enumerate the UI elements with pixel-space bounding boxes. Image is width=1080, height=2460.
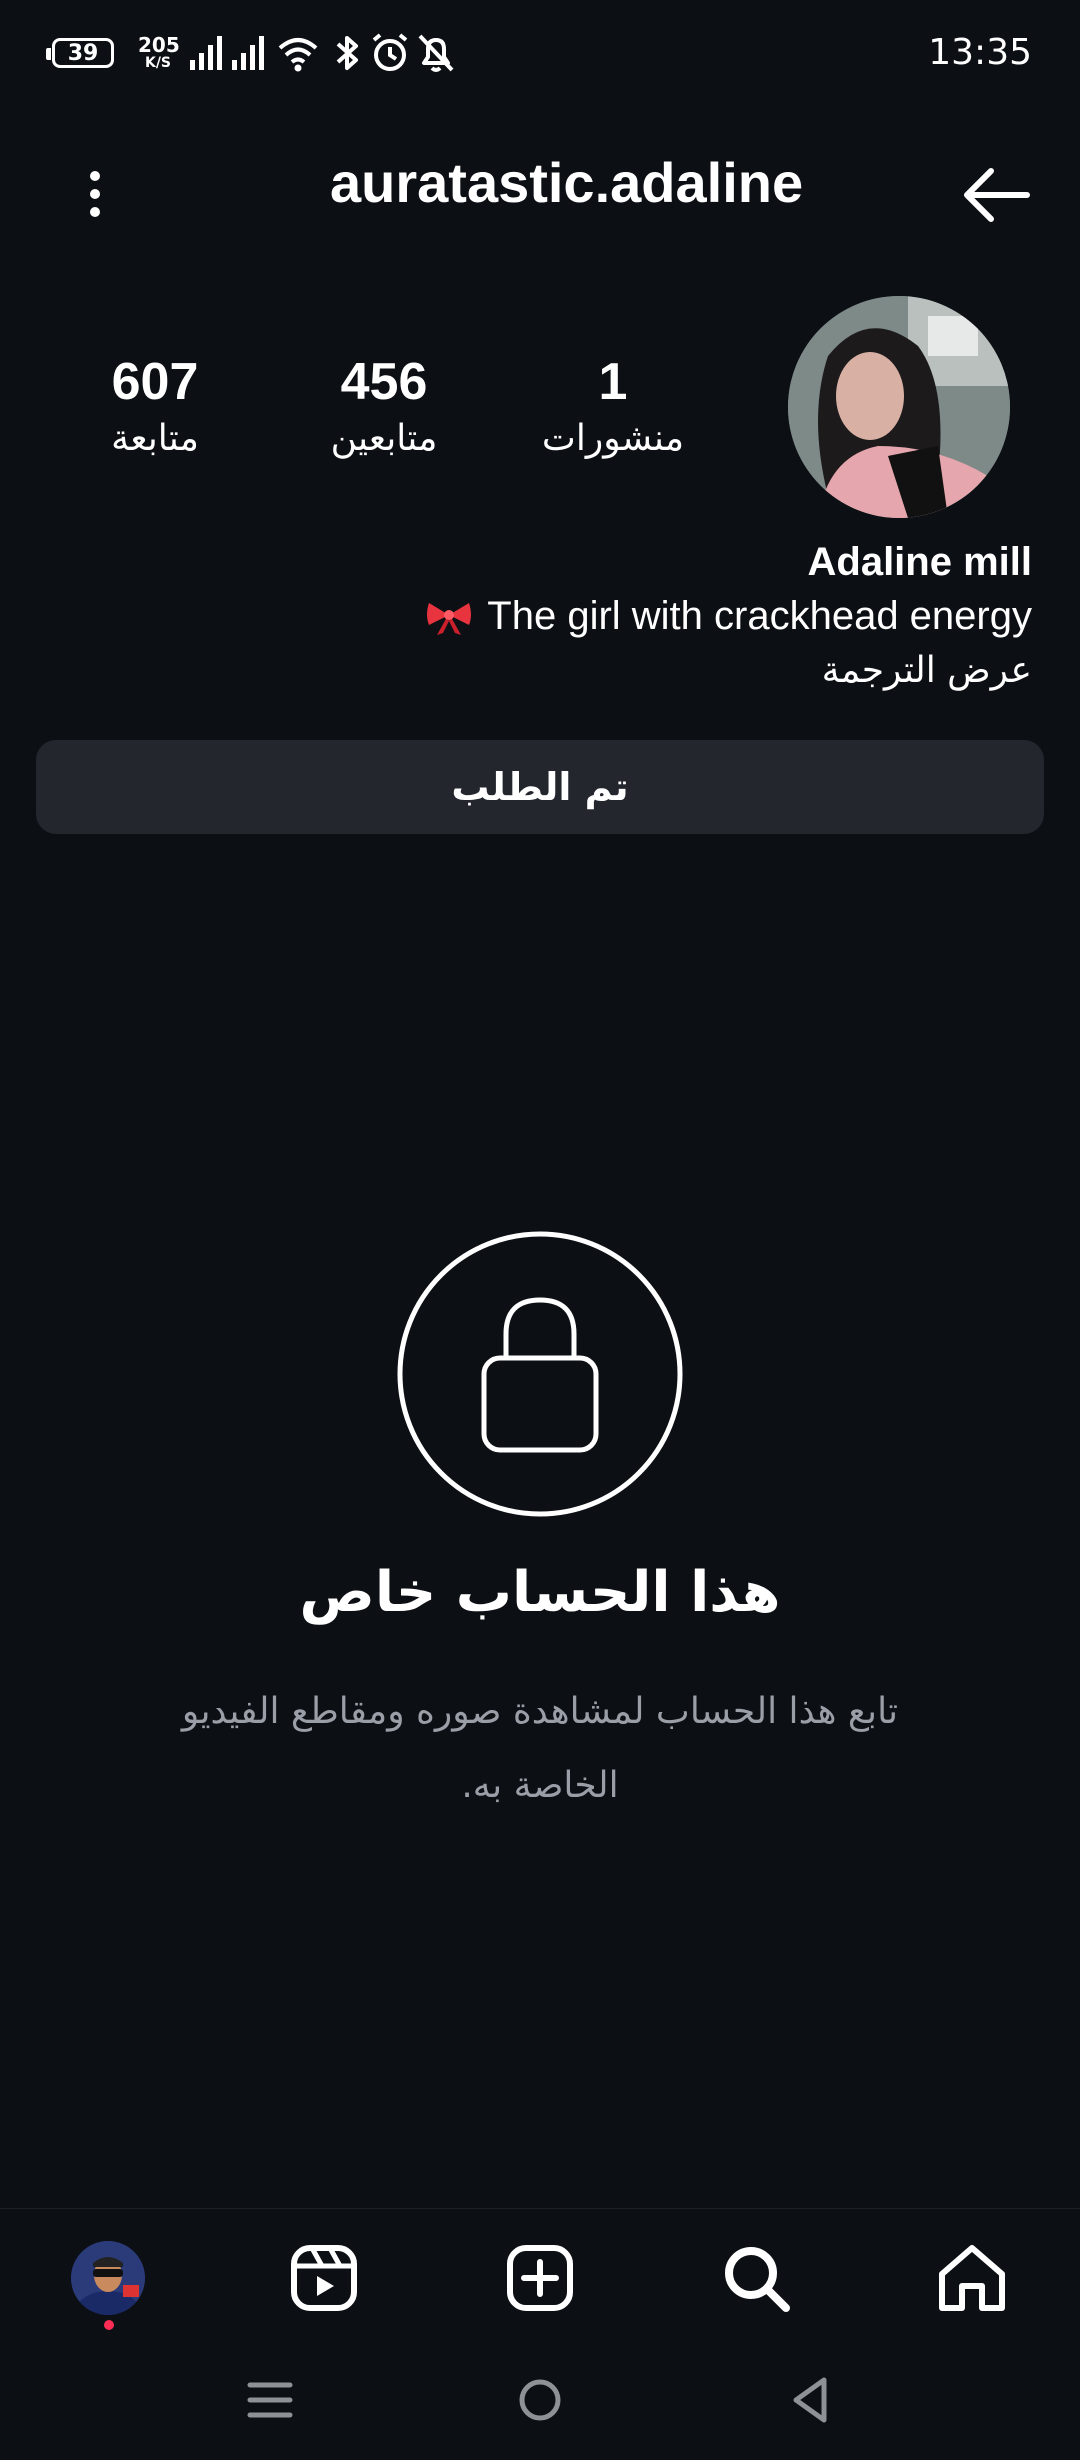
search-icon[interactable]: [716, 2238, 796, 2318]
private-account-message: تابع هذا الحساب لمشاهدة صوره ومقاطع الفي…: [181, 1691, 899, 1806]
create-icon[interactable]: [500, 2238, 580, 2318]
reels-icon[interactable]: [284, 2238, 364, 2318]
ribbon-icon: [427, 602, 472, 635]
lock-icon: [397, 1231, 683, 1517]
notification-dot: [104, 2320, 114, 2330]
battery-level: 39: [67, 40, 99, 66]
posts-label: منشورات: [541, 418, 685, 459]
more-vertical-icon[interactable]: [70, 160, 120, 230]
requested-button[interactable]: تم الطلب: [36, 740, 1044, 834]
signal-icon: [190, 36, 222, 70]
arrow-back-icon[interactable]: [955, 160, 1035, 230]
wifi-icon: [278, 38, 318, 72]
clock: 13:35: [928, 32, 1032, 73]
bio-text: The girl with crackhead energy: [487, 594, 1032, 638]
followers-label: متابعين: [330, 418, 438, 459]
following-label: متابعة: [111, 418, 199, 459]
nav-profile-avatar: [71, 2241, 145, 2315]
network-speed-value: 205: [138, 33, 180, 57]
back-triangle-icon[interactable]: [770, 2365, 850, 2435]
nav-profile[interactable]: [68, 2238, 148, 2318]
display-name: Adaline mill: [807, 540, 1033, 584]
following-stat[interactable]: 607 متابعة: [55, 352, 255, 459]
page-title: auratastic.adaline: [330, 151, 804, 214]
status-bar: 39 205 K/S 13:35: [0, 0, 1080, 110]
posts-stat[interactable]: 1 منشورات: [513, 352, 713, 459]
profile-avatar[interactable]: [788, 296, 1010, 518]
bell-off-icon: [418, 34, 454, 72]
followers-stat[interactable]: 456 متابعين: [284, 352, 484, 459]
see-translation-link[interactable]: عرض الترجمة: [822, 650, 1032, 691]
network-speed: 205 K/S: [138, 33, 180, 72]
profile-photo: [788, 296, 1010, 518]
posts-count: 1: [598, 353, 628, 411]
followers-count: 456: [340, 353, 428, 411]
battery-indicator: 39: [46, 38, 114, 68]
signal-icon: [232, 36, 264, 70]
bio: The girl with crackhead energy: [425, 594, 1032, 639]
bluetooth-icon: [336, 36, 358, 70]
home-circle-icon[interactable]: [500, 2365, 580, 2435]
alarm-icon: [372, 33, 408, 71]
private-account-title: هذا الحساب خاص: [299, 1560, 781, 1625]
nav-avatar-photo: [71, 2241, 145, 2315]
recents-icon[interactable]: [230, 2365, 310, 2435]
home-icon[interactable]: [932, 2238, 1012, 2318]
following-count: 607: [111, 353, 199, 411]
